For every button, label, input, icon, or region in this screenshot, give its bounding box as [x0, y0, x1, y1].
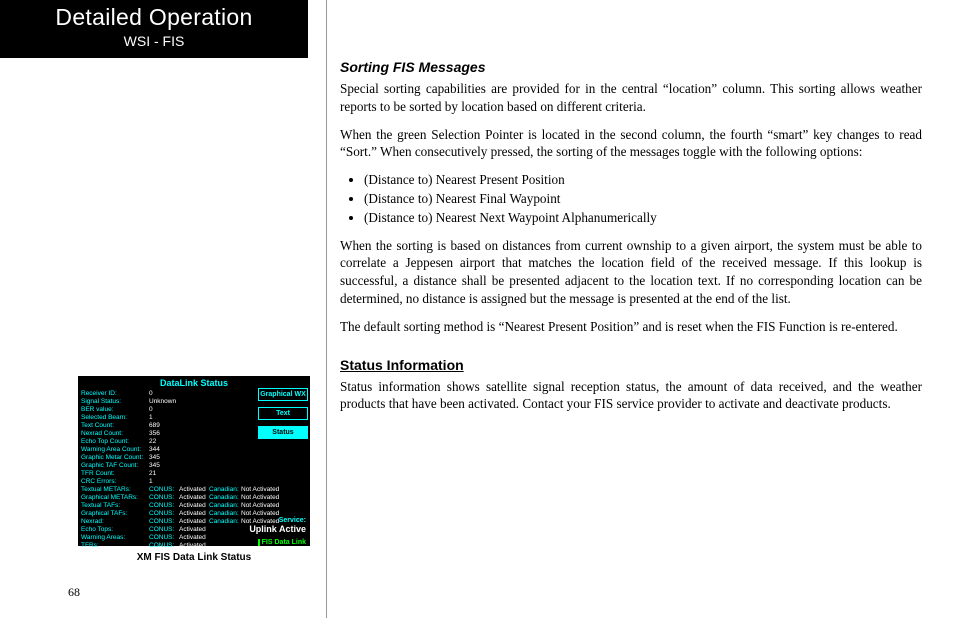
figure-tab-status: Status [258, 426, 308, 439]
figure-status-row: Warning Area Count:344 [81, 446, 254, 454]
paragraph: When the green Selection Pointer is loca… [340, 126, 922, 162]
figure-wrap: DataLink Status Receiver ID:0Signal Stat… [78, 376, 310, 563]
column-divider [326, 0, 327, 618]
figure-status-row: Selected Beam:1 [81, 414, 254, 422]
figure-product-row: Nexrad:CONUS:ActivatedCanadian:Not Activ… [81, 518, 254, 526]
figure-status-row: Echo Top Count:22 [81, 438, 254, 446]
header-panel: Detailed Operation WSI - FIS [0, 0, 308, 58]
datalink-status-screenshot: DataLink Status Receiver ID:0Signal Stat… [78, 376, 310, 546]
figure-status-row: Text Count:689 [81, 422, 254, 430]
figure-status-row: Graphic TAF Count:345 [81, 462, 254, 470]
figure-caption: XM FIS Data Link Status [78, 552, 310, 563]
header-title: Detailed Operation [0, 4, 308, 31]
figure-product-row: TFRs:CONUS:Activated [81, 542, 254, 550]
list-item: (Distance to) Nearest Present Position [364, 171, 922, 189]
figure-status-row: BER value:0 [81, 406, 254, 414]
list-item: (Distance to) Nearest Next Waypoint Alph… [364, 209, 922, 227]
figure-title: DataLink Status [78, 376, 310, 388]
figure-status-row: Signal Status:Unknown [81, 398, 254, 406]
figure-status-row: Receiver ID:0 [81, 390, 254, 398]
figure-product-row: Textual TAFs:CONUS:ActivatedCanadian:Not… [81, 502, 254, 510]
main-content: Sorting FIS Messages Special sorting cap… [340, 58, 922, 423]
paragraph: The default sorting method is “Nearest P… [340, 318, 922, 336]
list-item: (Distance to) Nearest Final Waypoint [364, 190, 922, 208]
figure-footer-tab: FIS Data Link [258, 539, 308, 546]
figure-product-row: Graphical METARs:CONUS:ActivatedCanadian… [81, 494, 254, 502]
figure-product-row: Warning Areas:CONUS:Activated [81, 534, 254, 542]
paragraph: Special sorting capabilities are provide… [340, 80, 922, 116]
service-value: Uplink Active [249, 524, 306, 534]
paragraph: Status information shows satellite signa… [340, 378, 922, 414]
figure-service-status: Service: Uplink Active [249, 517, 306, 534]
figure-status-row: CRC Errors:1 [81, 478, 254, 486]
section-title-sorting: Sorting FIS Messages [340, 58, 922, 77]
figure-product-row: Graphical TAFs:CONUS:ActivatedCanadian:N… [81, 510, 254, 518]
figure-status-row: Nexrad Count:356 [81, 430, 254, 438]
figure-product-row: Textual METARs:CONUS:ActivatedCanadian:N… [81, 486, 254, 494]
figure-status-row: TFR Count:21 [81, 470, 254, 478]
figure-tab-graphical-wx: Graphical WX [258, 388, 308, 401]
figure-product-row: Echo Tops:CONUS:Activated [81, 526, 254, 534]
figure-status-row: Graphic Metar Count:345 [81, 454, 254, 462]
figure-tab-text: Text [258, 407, 308, 420]
service-label: Service: [249, 517, 306, 524]
sort-options-list: (Distance to) Nearest Present Position (… [340, 171, 922, 226]
section-title-status: Status Information [340, 356, 922, 375]
page-number: 68 [68, 585, 80, 600]
header-subtitle: WSI - FIS [0, 33, 308, 49]
paragraph: When the sorting is based on distances f… [340, 237, 922, 308]
